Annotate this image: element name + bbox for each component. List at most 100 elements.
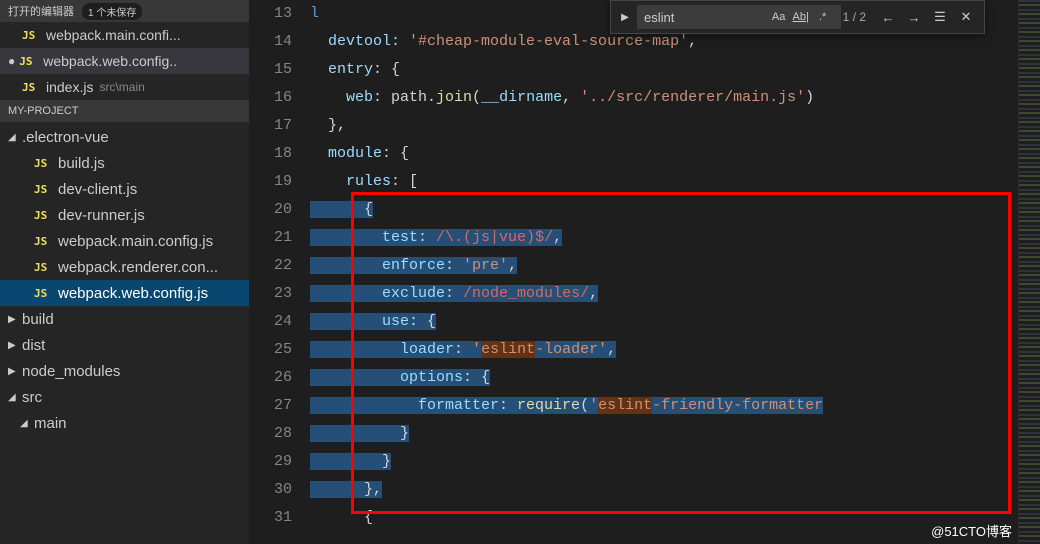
tree-item-label: dev-client.js bbox=[58, 181, 137, 198]
tree-folder[interactable]: ▶node_modules bbox=[0, 358, 249, 384]
tree-item-label: node_modules bbox=[22, 363, 120, 380]
js-file-icon: JS bbox=[22, 29, 40, 42]
tree-file[interactable]: JS webpack.main.config.js bbox=[0, 228, 249, 254]
js-file-icon: JS bbox=[22, 81, 40, 94]
tree-item-label: main bbox=[34, 415, 67, 432]
line-number: 25 bbox=[250, 336, 292, 364]
line-number: 29 bbox=[250, 448, 292, 476]
tree-item-label: webpack.web.config.js bbox=[58, 285, 208, 302]
unsaved-count-badge: 1 个未保存 bbox=[82, 3, 142, 20]
code-line[interactable]: }, bbox=[310, 112, 1018, 140]
code-content[interactable]: l devtool: '#cheap-module-eval-source-ma… bbox=[310, 0, 1018, 544]
find-result-count: 1 / 2 bbox=[843, 10, 866, 24]
chevron-right-icon: ▶ bbox=[8, 314, 22, 325]
code-line[interactable]: rules: [ bbox=[310, 168, 1018, 196]
tree-item-label: dev-runner.js bbox=[58, 207, 145, 224]
tree-item-label: .electron-vue bbox=[22, 129, 109, 146]
line-number-gutter: 13141516171819202122232425262728293031 bbox=[250, 0, 310, 544]
code-line[interactable]: loader: 'eslint-loader', bbox=[310, 336, 1018, 364]
chevron-down-icon: ◢ bbox=[20, 418, 34, 429]
line-number: 23 bbox=[250, 280, 292, 308]
line-number: 30 bbox=[250, 476, 292, 504]
next-match-icon[interactable]: → bbox=[902, 5, 926, 29]
chevron-right-icon: ▶ bbox=[8, 366, 22, 377]
minimap-render bbox=[1019, 0, 1040, 544]
use-regex-toggle[interactable]: .* bbox=[813, 7, 833, 27]
tree-item-label: webpack.main.config.js bbox=[58, 233, 213, 250]
js-file-icon: JS bbox=[34, 261, 52, 274]
line-number: 18 bbox=[250, 140, 292, 168]
line-number: 24 bbox=[250, 308, 292, 336]
editor-area: 13141516171819202122232425262728293031 l… bbox=[250, 0, 1040, 544]
line-number: 27 bbox=[250, 392, 292, 420]
find-in-selection-icon[interactable]: ☰ bbox=[928, 5, 952, 29]
tree-item-label: build.js bbox=[58, 155, 105, 172]
open-editors-list: JS webpack.main.confi... JS webpack.web.… bbox=[0, 22, 249, 100]
open-editor-item[interactable]: JS webpack.main.confi... bbox=[0, 22, 249, 48]
minimap[interactable] bbox=[1018, 0, 1040, 544]
tree-item-label: build bbox=[22, 311, 54, 328]
prev-match-icon[interactable]: ← bbox=[876, 5, 900, 29]
code-line[interactable]: use: { bbox=[310, 308, 1018, 336]
editor-filename: webpack.main.confi... bbox=[46, 27, 181, 43]
line-number: 26 bbox=[250, 364, 292, 392]
line-number: 17 bbox=[250, 112, 292, 140]
tree-folder[interactable]: ◢main bbox=[0, 410, 249, 436]
line-number: 16 bbox=[250, 84, 292, 112]
code-line[interactable]: options: { bbox=[310, 364, 1018, 392]
code-line[interactable]: formatter: require('eslint-friendly-form… bbox=[310, 392, 1018, 420]
line-number: 28 bbox=[250, 420, 292, 448]
js-file-icon: JS bbox=[19, 55, 37, 68]
js-file-icon: JS bbox=[34, 235, 52, 248]
tree-folder[interactable]: ◢src bbox=[0, 384, 249, 410]
open-editor-item[interactable]: JS index.js src\main bbox=[0, 74, 249, 100]
code-line[interactable]: test: /\.(js|vue)$/, bbox=[310, 224, 1018, 252]
line-number: 14 bbox=[250, 28, 292, 56]
open-editor-item[interactable]: JS webpack.web.config.. bbox=[0, 48, 249, 74]
line-number: 31 bbox=[250, 504, 292, 532]
tree-folder[interactable]: ◢.electron-vue bbox=[0, 124, 249, 150]
tree-folder[interactable]: ▶dist bbox=[0, 332, 249, 358]
tree-file[interactable]: JS dev-runner.js bbox=[0, 202, 249, 228]
match-case-toggle[interactable]: Aa bbox=[769, 7, 789, 27]
line-number: 13 bbox=[250, 0, 292, 28]
tree-file[interactable]: JS build.js bbox=[0, 150, 249, 176]
code-line[interactable]: entry: { bbox=[310, 56, 1018, 84]
close-find-icon[interactable]: ✕ bbox=[954, 5, 978, 29]
tree-folder[interactable]: ▶build bbox=[0, 306, 249, 332]
match-whole-word-toggle[interactable]: Ab| bbox=[791, 7, 811, 27]
watermark-text: @51CTO博客 bbox=[931, 521, 1012, 540]
line-number: 22 bbox=[250, 252, 292, 280]
editor-path: src\main bbox=[99, 80, 144, 94]
js-file-icon: JS bbox=[34, 287, 52, 300]
code-line[interactable]: { bbox=[310, 504, 1018, 532]
editor-filename: index.js bbox=[46, 79, 93, 95]
code-line[interactable]: exclude: /node_modules/, bbox=[310, 280, 1018, 308]
line-number: 20 bbox=[250, 196, 292, 224]
open-editors-label: 打开的编辑器 bbox=[8, 3, 74, 19]
file-tree: ◢.electron-vueJSbuild.jsJSdev-client.jsJ… bbox=[0, 122, 249, 436]
code-line[interactable]: module: { bbox=[310, 140, 1018, 168]
find-widget: ▶ Aa Ab| .* 1 / 2 ← → ☰ ✕ bbox=[610, 0, 985, 34]
chevron-down-icon: ◢ bbox=[8, 392, 22, 403]
sidebar: 打开的编辑器 1 个未保存 JS webpack.main.confi... J… bbox=[0, 0, 250, 544]
find-toggle-replace-icon[interactable]: ▶ bbox=[617, 1, 633, 33]
tree-file[interactable]: JSdev-client.js bbox=[0, 176, 249, 202]
code-line[interactable]: { bbox=[310, 196, 1018, 224]
open-editors-header[interactable]: 打开的编辑器 1 个未保存 bbox=[0, 0, 249, 22]
editor-filename: webpack.web.config.. bbox=[43, 53, 177, 69]
tree-item-label: webpack.renderer.con... bbox=[58, 259, 218, 276]
tree-item-label: src bbox=[22, 389, 42, 406]
tree-file[interactable]: JS webpack.web.config.js bbox=[0, 280, 249, 306]
code-line[interactable]: } bbox=[310, 420, 1018, 448]
chevron-down-icon: ◢ bbox=[8, 132, 22, 143]
line-number: 19 bbox=[250, 168, 292, 196]
code-line[interactable]: } bbox=[310, 448, 1018, 476]
code-line[interactable]: enforce: 'pre', bbox=[310, 252, 1018, 280]
code-line[interactable]: web: path.join(__dirname, '../src/render… bbox=[310, 84, 1018, 112]
js-file-icon: JS bbox=[34, 157, 52, 170]
project-name-header[interactable]: MY-PROJECT bbox=[0, 100, 249, 122]
code-line[interactable]: }, bbox=[310, 476, 1018, 504]
js-file-icon: JS bbox=[34, 209, 52, 222]
tree-file[interactable]: JS webpack.renderer.con... bbox=[0, 254, 249, 280]
